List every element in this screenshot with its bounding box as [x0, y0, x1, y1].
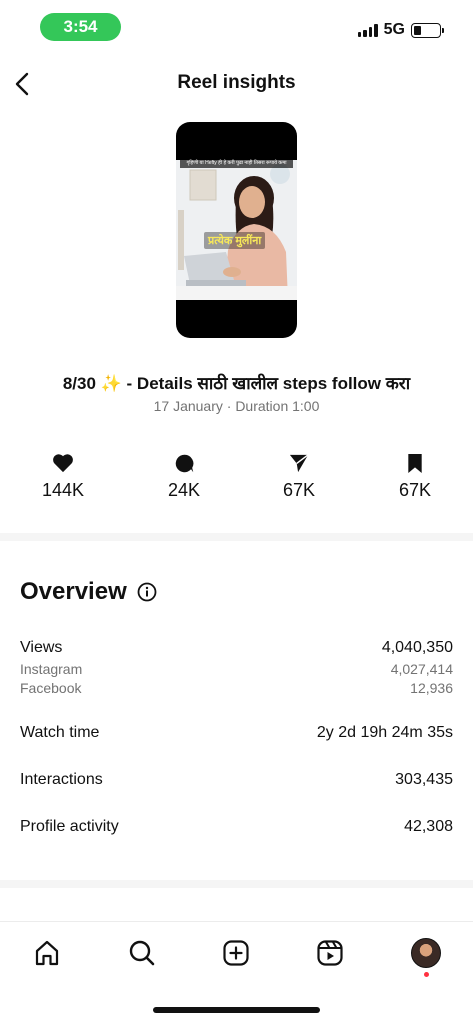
profile-activity-label: Profile activity — [20, 818, 119, 835]
tab-home[interactable] — [30, 936, 64, 970]
profile-activity-value: 42,308 — [404, 818, 453, 835]
bottom-nav — [0, 921, 473, 983]
watch-time-value: 2y 2d 19h 24m 35s — [316, 724, 453, 741]
bookmark-icon — [408, 453, 422, 473]
views-label: Views — [20, 639, 63, 656]
interactions-label: Interactions — [20, 771, 103, 788]
watch-time-row: Watch time 2y 2d 19h 24m 35s — [20, 724, 453, 742]
avatar — [411, 938, 441, 968]
tab-create[interactable] — [219, 936, 253, 970]
info-icon[interactable] — [137, 582, 157, 602]
tab-reels[interactable] — [313, 936, 347, 970]
home-icon — [35, 940, 59, 966]
page-title: Reel insights — [177, 72, 296, 93]
status-bar: 3:54 5G — [0, 0, 473, 56]
likes-count: 144K — [41, 480, 85, 500]
tab-profile[interactable] — [409, 936, 443, 970]
home-indicator — [153, 1007, 320, 1013]
network-label: 5G — [383, 21, 405, 38]
reel-meta: 17 January · Duration 1:00 — [153, 398, 320, 414]
shares-stat: 67K — [254, 452, 344, 501]
interactions-value: 303,435 — [395, 771, 453, 788]
facebook-value: 12,936 — [410, 680, 453, 696]
engagement-stats: 144K 24K 67K 67K — [0, 452, 473, 512]
reel-thumbnail[interactable]: गृहिणी या Hefty ही हे करी पुढा नाही तिसर… — [176, 122, 297, 338]
interactions-row[interactable]: Interactions 303,435 — [20, 771, 453, 789]
reel-title: 8/30 ✨ - Details साठी खालील steps follow… — [62, 374, 411, 393]
saves-stat: 67K — [370, 452, 460, 501]
comment-icon — [175, 454, 193, 472]
search-icon — [129, 940, 155, 966]
section-divider — [0, 533, 473, 541]
reel-caption-overlay: गृहिणी या Hefty ही हे करी पुढा नाही तिसर… — [180, 158, 293, 168]
signal-icon — [357, 23, 378, 37]
instagram-row: Instagram 4,027,414 — [20, 661, 453, 677]
shares-count: 67K — [282, 480, 316, 500]
instagram-value: 4,027,414 — [390, 661, 453, 677]
overview-heading: Overview — [20, 578, 157, 606]
section-divider-bottom — [0, 880, 473, 888]
facebook-row: Facebook 12,936 — [20, 680, 453, 696]
notification-dot — [424, 972, 429, 977]
views-row: Views 4,040,350 — [20, 639, 453, 657]
battery-icon — [411, 22, 444, 38]
reel-image: प्रत्येक मुलींना — [176, 160, 297, 300]
reels-icon — [317, 940, 343, 966]
profile-activity-row[interactable]: Profile activity 42,308 — [20, 818, 453, 836]
reel-overlay-text: प्रत्येक मुलींना — [204, 232, 266, 249]
comments-count: 24K — [167, 480, 201, 500]
comments-stat: 24K — [139, 452, 229, 501]
heart-icon — [53, 454, 73, 473]
status-time: 3:54 — [40, 13, 121, 41]
instagram-label: Instagram — [20, 661, 83, 677]
facebook-label: Facebook — [20, 680, 82, 696]
saves-count: 67K — [398, 480, 432, 500]
likes-stat: 144K — [18, 452, 108, 501]
add-post-icon — [223, 940, 249, 966]
nav-header: Reel insights — [0, 56, 473, 112]
share-icon — [289, 454, 309, 473]
overview-title: Overview — [20, 578, 127, 605]
tab-search[interactable] — [125, 936, 159, 970]
views-value: 4,040,350 — [381, 639, 453, 656]
watch-time-label: Watch time — [20, 724, 100, 741]
status-indicators: 5G — [357, 20, 444, 40]
